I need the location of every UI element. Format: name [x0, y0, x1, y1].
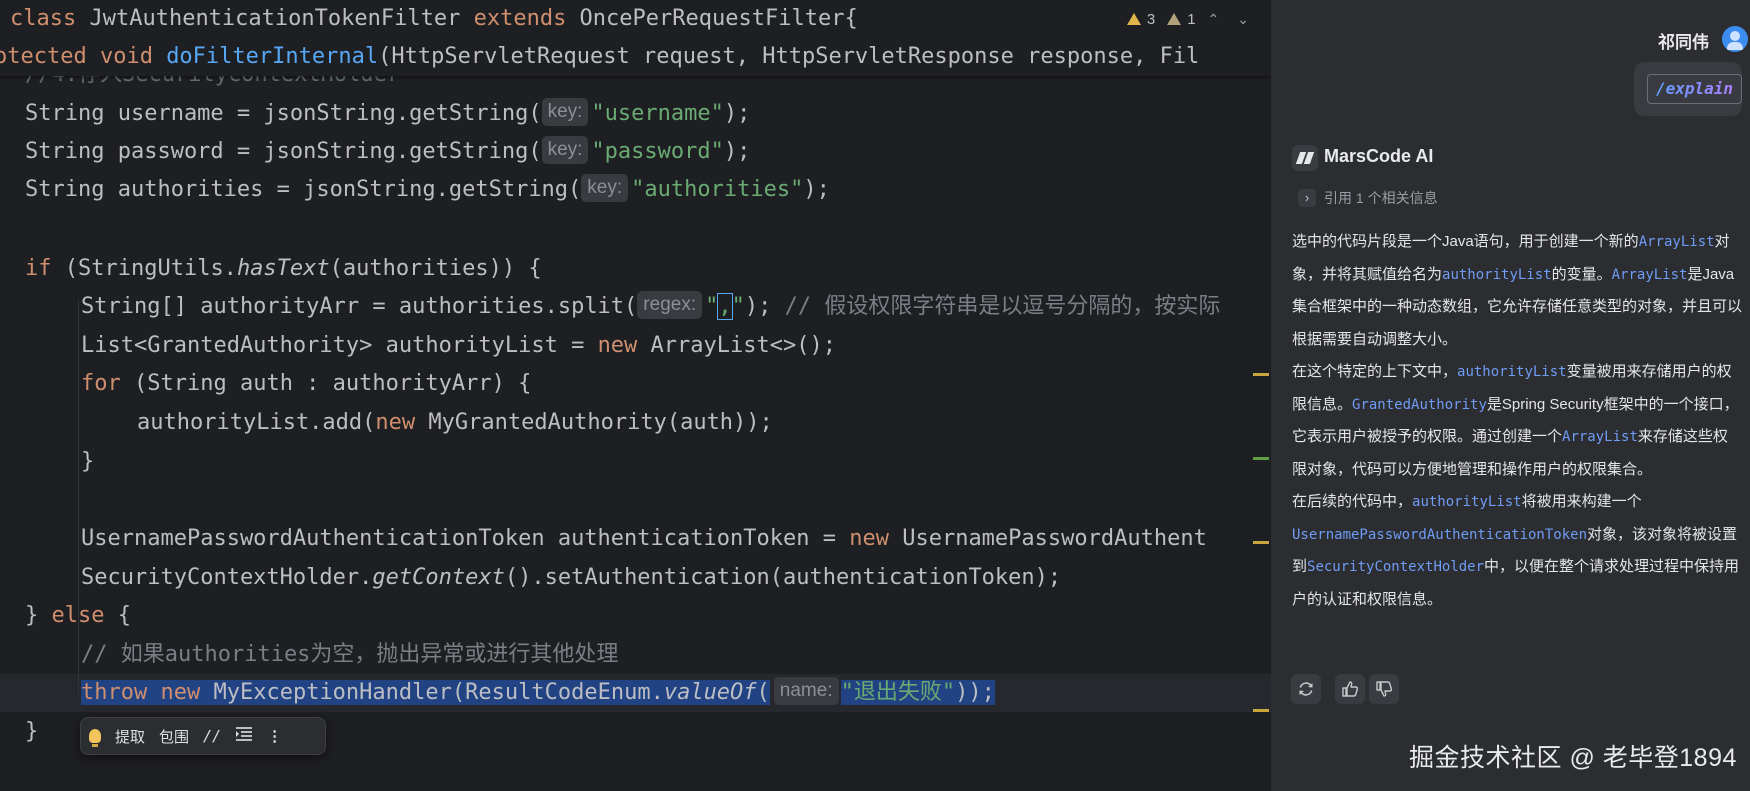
surround-button[interactable]: 包围: [159, 726, 189, 747]
param-hint: key:: [541, 98, 589, 126]
watermark-text: 掘金技术社区 @ 老毕登1894: [1409, 744, 1737, 772]
extract-button[interactable]: 提取: [115, 726, 145, 747]
more-options-icon[interactable]: ⋮: [267, 727, 282, 745]
param-hint: regex:: [637, 291, 703, 319]
code-line[interactable]: String username = jsonString.getString(k…: [25, 95, 750, 133]
sticky-scroll-header[interactable]: class JwtAuthenticationTokenFilter exten…: [0, 0, 1271, 80]
answer-actions: [1291, 674, 1399, 704]
code-line[interactable]: String password = jsonString.getString(k…: [25, 133, 750, 171]
code-line[interactable]: List<GrantedAuthority> authorityList = n…: [81, 327, 836, 365]
reference-toggle[interactable]: › 引用 1 个相关信息: [1298, 188, 1438, 208]
chevron-up-icon[interactable]: ⌃: [1202, 11, 1226, 28]
comment-button[interactable]: //: [203, 727, 221, 745]
answer-paragraph: 选中的代码片段是一个Java语句，用于创建一个新的ArrayList对象，并将其…: [1292, 233, 1743, 348]
code-line[interactable]: for (String auth : authorityArr) {: [81, 365, 531, 403]
weak-warning-icon: [1167, 13, 1182, 25]
lightbulb-icon[interactable]: [89, 729, 101, 747]
change-marker[interactable]: [1253, 541, 1269, 544]
sticky-class-declaration[interactable]: class JwtAuthenticationTokenFilter exten…: [10, 0, 858, 38]
change-marker[interactable]: [1253, 709, 1269, 712]
regenerate-button[interactable]: [1291, 674, 1321, 704]
indent-guide: [78, 410, 79, 470]
code-line[interactable]: UsernamePasswordAuthenticationToken auth…: [81, 520, 1207, 558]
warning-icon: [1126, 13, 1141, 25]
thumbs-up-button[interactable]: [1335, 674, 1365, 704]
thumbs-down-button[interactable]: [1369, 674, 1399, 704]
marscode-logo-icon: [1292, 145, 1318, 171]
code-line[interactable]: String authorities = jsonString.getStrin…: [25, 171, 830, 209]
user-message-bubble: /explain: [1634, 62, 1743, 116]
command-chip: /explain: [1647, 74, 1743, 104]
code-line[interactable]: }: [81, 443, 94, 481]
code-line[interactable]: if (StringUtils.hasText(authorities)) {: [25, 250, 542, 288]
selected-code-line[interactable]: throw new MyExceptionHandler(ResultCodeE…: [81, 674, 995, 712]
thumbs-down-icon: [1376, 681, 1393, 697]
assistant-name: MarsCode AI: [1324, 146, 1434, 166]
change-marker[interactable]: [1253, 457, 1269, 460]
user-name: 祁同伟: [1658, 33, 1709, 52]
chevron-down-icon[interactable]: ⌄: [1231, 11, 1255, 28]
reformat-icon[interactable]: [235, 726, 253, 746]
sticky-method-declaration[interactable]: otected void doFilterInternal(HttpServle…: [0, 38, 1199, 76]
refresh-icon: [1299, 682, 1313, 696]
answer-paragraph: 在后续的代码中，authorityList将被用来构建一个UsernamePas…: [1292, 493, 1740, 608]
warning-count: 3: [1146, 10, 1156, 28]
code-line[interactable]: }: [25, 713, 38, 751]
floating-code-toolbar: 提取 包围 // ⋮: [80, 717, 326, 755]
weak-warning-count: 1: [1187, 10, 1196, 28]
code-editor[interactable]: //4.存入SecurityContextHolder class JwtAut…: [0, 0, 1271, 791]
code-line[interactable]: authorityList.add(new MyGrantedAuthority…: [137, 404, 773, 442]
code-line[interactable]: } else {: [25, 597, 131, 635]
code-line[interactable]: // 如果authorities为空，抛出异常或进行其他处理: [81, 636, 618, 674]
user-avatar-icon: [1722, 26, 1748, 52]
change-marker[interactable]: [1253, 373, 1269, 376]
code-line[interactable]: String[] authorityArr = authorities.spli…: [81, 288, 1220, 326]
sticky-shadow: [0, 76, 1271, 80]
inspection-widget[interactable]: 3 1 ⌃ ⌄: [1126, 6, 1255, 32]
param-hint: key:: [581, 174, 629, 202]
reference-label: 引用 1 个相关信息: [1324, 190, 1438, 206]
assistant-answer: 选中的代码片段是一个Java语句，用于创建一个新的ArrayList对象，并将其…: [1292, 226, 1742, 616]
param-hint: key:: [541, 136, 589, 164]
answer-paragraph: 在这个特定的上下文中，authorityList变量被用来存储用户的权限信息。G…: [1292, 363, 1739, 478]
thumbs-up-icon: [1342, 681, 1359, 697]
param-hint: name:: [773, 677, 839, 705]
indent-guide: [78, 300, 79, 695]
code-line[interactable]: SecurityContextHolder.getContext().setAu…: [81, 559, 1061, 597]
chevron-right-icon: ›: [1298, 189, 1316, 207]
